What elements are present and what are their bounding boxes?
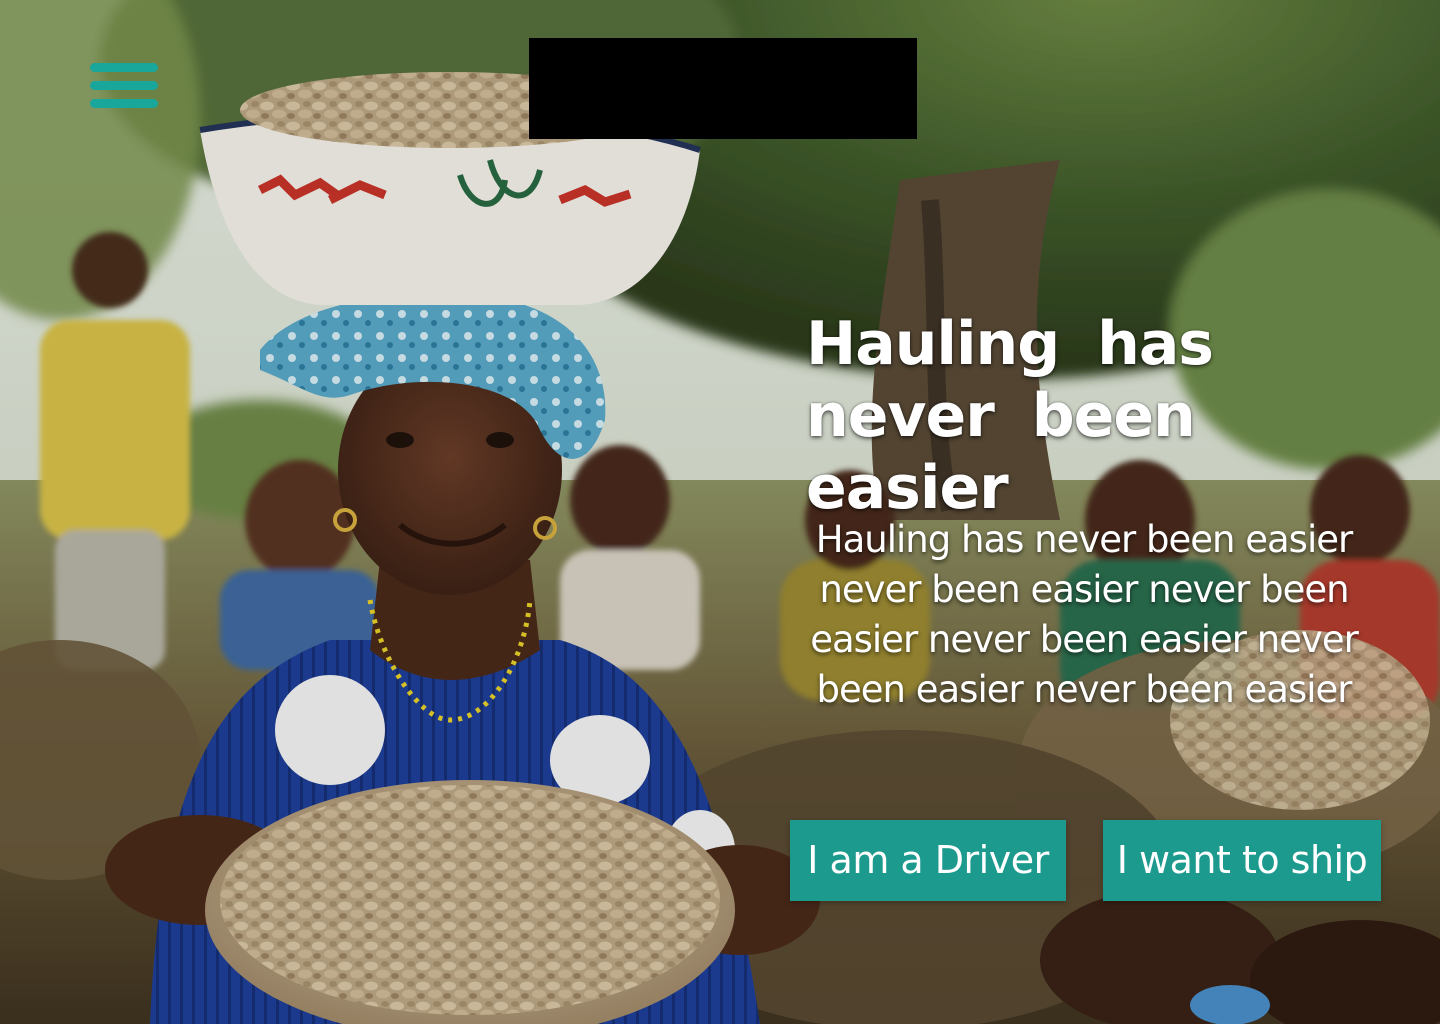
hamburger-menu-icon	[90, 63, 158, 72]
driver-signup-button[interactable]: I am a Driver	[790, 820, 1066, 901]
hero-subtext: Hauling has never been easier never been…	[810, 518, 1359, 711]
hamburger-menu-button[interactable]	[90, 60, 158, 114]
logo-redacted[interactable]	[529, 38, 917, 139]
ship-button[interactable]: I want to ship	[1103, 820, 1381, 901]
menu-bar-bottom	[90, 99, 158, 108]
menu-bar-middle	[90, 81, 158, 90]
hero-headline: Hauling has never been easier	[806, 309, 1214, 523]
hero-section: Hauling has never been easier Hauling ha…	[0, 0, 1440, 1024]
